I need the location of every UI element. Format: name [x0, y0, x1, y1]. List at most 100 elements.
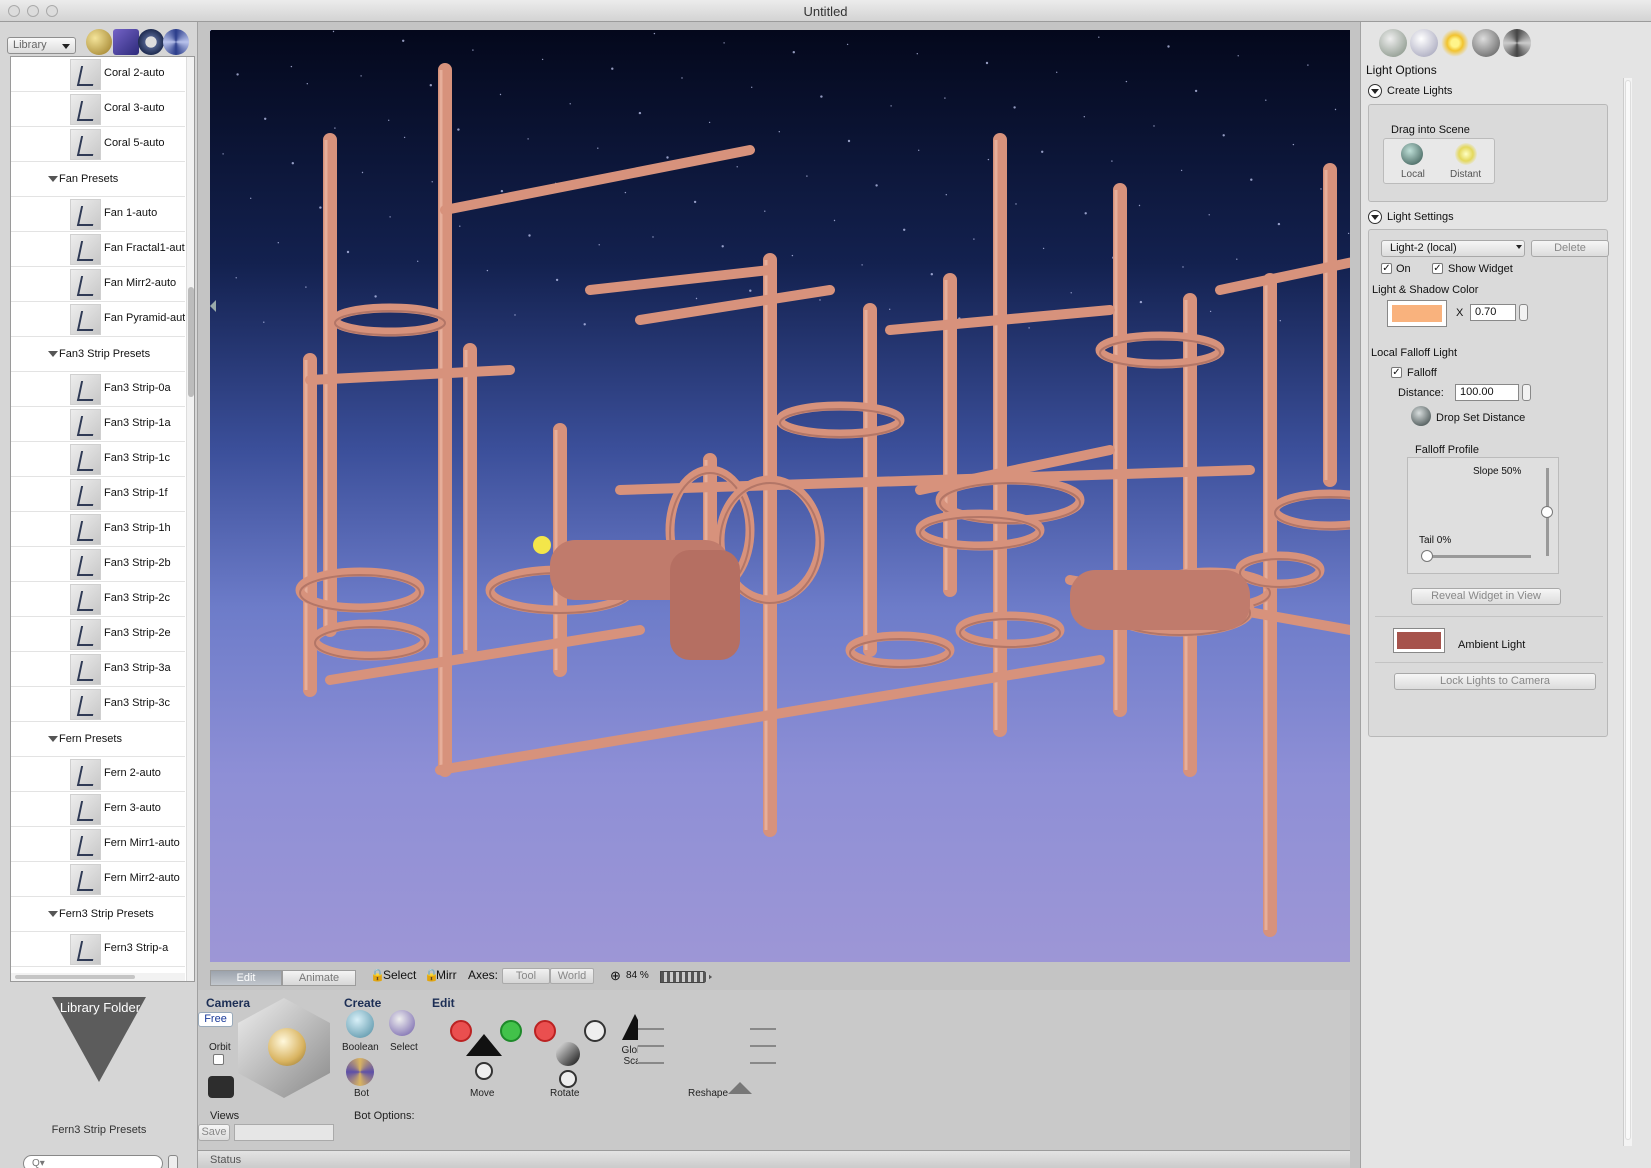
library-item[interactable]: Fan3 Strip-3a — [11, 652, 185, 687]
delete-light-button[interactable]: Delete — [1531, 240, 1609, 257]
boolean-icon[interactable] — [346, 1010, 374, 1038]
library-item[interactable]: Fern Mirr1-auto — [11, 827, 185, 862]
3d-viewport[interactable] — [210, 30, 1350, 962]
paint-tab-icon[interactable] — [1410, 29, 1438, 57]
falloff-checkbox[interactable]: ✓ — [1391, 367, 1402, 378]
reveal-widget-button[interactable]: Reveal Widget in View — [1411, 588, 1561, 605]
reshape-handle-icon[interactable] — [728, 1082, 752, 1094]
library-group[interactable]: Fan3 Strip Presets — [11, 337, 185, 372]
rings-library-icon[interactable] — [138, 29, 164, 55]
move-y-icon[interactable] — [500, 1020, 522, 1042]
rotate-z-icon[interactable] — [559, 1070, 577, 1088]
views-save-button[interactable]: Save — [198, 1124, 230, 1141]
slope-slider-knob[interactable] — [1541, 506, 1553, 518]
library-item[interactable]: Fan3 Strip-2e — [11, 617, 185, 652]
library-item[interactable]: Fern3 Strip-a — [11, 932, 185, 967]
library-item[interactable]: Coral 3-auto — [11, 92, 185, 127]
zoom-slider[interactable] — [660, 971, 712, 983]
library-item[interactable]: Fan3 Strip-1f — [11, 477, 185, 512]
local-light-icon[interactable] — [1401, 143, 1423, 165]
disclosure-triangle-icon[interactable] — [48, 911, 58, 922]
drop-set-distance-icon[interactable] — [1411, 406, 1431, 426]
star — [305, 286, 307, 288]
library-hscroll-thumb[interactable] — [15, 975, 135, 979]
on-checkbox[interactable]: ✓ — [1381, 263, 1392, 274]
camera-mode[interactable]: Free — [198, 1012, 233, 1027]
library-group[interactable]: Fan Presets — [11, 162, 185, 197]
select-toggle-label[interactable]: Select — [383, 968, 416, 982]
library-item[interactable]: Fan Mirr2-auto — [11, 267, 185, 302]
axes-world-button[interactable]: World — [550, 968, 594, 984]
move-z-icon[interactable] — [475, 1062, 493, 1080]
tab-edit[interactable]: Edit — [210, 970, 282, 986]
library-item[interactable]: Fan Fractal1-aut — [11, 232, 185, 267]
material-tab-icon[interactable] — [1472, 29, 1500, 57]
materials-library-icon[interactable] — [113, 29, 139, 55]
library-item[interactable]: Fan3 Strip-1a — [11, 407, 185, 442]
library-item[interactable]: Fan3 Strip-1c — [11, 442, 185, 477]
library-horizontal-scrollbar[interactable] — [11, 973, 185, 981]
multiplier-stepper[interactable] — [1519, 304, 1528, 321]
light-color-swatch[interactable] — [1387, 300, 1447, 327]
library-item[interactable]: Fern 2-auto — [11, 757, 185, 792]
disclosure-triangle-icon[interactable] — [48, 351, 58, 362]
library-item[interactable]: Fan3 Strip-2b — [11, 547, 185, 582]
collapse-left-arrow[interactable] — [210, 300, 216, 312]
multiplier-field[interactable]: 0.70 — [1470, 304, 1516, 321]
create-lights-disclosure[interactable] — [1368, 84, 1382, 98]
library-item[interactable]: Fan3 Strip-1h — [11, 512, 185, 547]
library-item[interactable]: Fan3 Strip-0a — [11, 372, 185, 407]
library-item[interactable]: Fan 1-auto — [11, 197, 185, 232]
reshape-sliders-right[interactable] — [750, 1018, 776, 1078]
zoom-icon[interactable]: ⊕ — [610, 968, 621, 984]
render-tab-icon[interactable] — [1503, 29, 1531, 57]
panel-scroll-thumb[interactable] — [1625, 80, 1631, 1140]
tab-animate[interactable]: Animate — [282, 970, 356, 986]
light-tab-icon[interactable] — [1441, 29, 1469, 57]
library-search-input[interactable]: Q▾ — [23, 1155, 163, 1168]
star — [472, 49, 474, 51]
library-scroll-thumb[interactable] — [188, 287, 194, 397]
library-item[interactable]: Fern 3-auto — [11, 792, 185, 827]
library-item[interactable]: Fan Pyramid-aut — [11, 302, 185, 337]
shapes-library-icon[interactable] — [86, 29, 112, 55]
panel-scrollbar[interactable] — [1623, 78, 1632, 1146]
disclosure-triangle-icon[interactable] — [48, 176, 58, 187]
reshape-sliders-left[interactable] — [638, 1018, 664, 1078]
library-item[interactable]: Coral 5-auto — [11, 127, 185, 162]
library-group[interactable]: Fern3 Strip Presets — [11, 897, 185, 932]
bot-icon[interactable] — [346, 1058, 374, 1086]
views-name-field[interactable] — [234, 1124, 334, 1141]
views-label[interactable]: Views — [210, 1110, 239, 1122]
show-widget-checkbox[interactable]: ✓ — [1432, 263, 1443, 274]
ambient-light-swatch[interactable] — [1393, 628, 1445, 653]
library-selector[interactable]: Library — [7, 37, 76, 54]
orbit-checkbox[interactable] — [213, 1054, 224, 1065]
distance-stepper[interactable] — [1522, 384, 1531, 401]
presets-library-icon[interactable] — [163, 29, 189, 55]
tail-slider-track[interactable] — [1427, 555, 1531, 558]
library-vertical-scrollbar[interactable] — [186, 57, 194, 981]
library-group[interactable]: Fern Presets — [11, 722, 185, 757]
light-settings-disclosure[interactable] — [1368, 210, 1382, 224]
light-select-dropdown[interactable]: Light-2 (local) — [1381, 240, 1525, 257]
mirr-toggle-label[interactable]: Mirr — [436, 968, 457, 982]
library-item[interactable]: Fern Mirr2-auto — [11, 862, 185, 897]
axes-tool-button[interactable]: Tool — [502, 968, 550, 984]
move-z-arrow-icon[interactable] — [466, 1034, 502, 1056]
tail-slider-knob[interactable] — [1421, 550, 1433, 562]
lock-lights-button[interactable]: Lock Lights to Camera — [1394, 673, 1596, 690]
distance-field[interactable]: 100.00 — [1455, 384, 1519, 401]
library-item[interactable]: Coral 2-auto — [11, 57, 185, 92]
rotate-x-icon[interactable] — [534, 1020, 556, 1042]
distant-light-icon[interactable] — [1455, 143, 1477, 165]
camera-icon[interactable] — [208, 1076, 234, 1098]
shapes-tab-icon[interactable] — [1379, 29, 1407, 57]
create-select-icon[interactable] — [389, 1010, 415, 1036]
library-item[interactable]: Fan3 Strip-3c — [11, 687, 185, 722]
library-search-stepper[interactable] — [168, 1155, 178, 1168]
rotate-y-icon[interactable] — [584, 1020, 606, 1042]
disclosure-triangle-icon[interactable] — [48, 736, 58, 747]
library-item[interactable]: Fan3 Strip-2c — [11, 582, 185, 617]
rotate-handle-icon[interactable] — [556, 1042, 580, 1066]
